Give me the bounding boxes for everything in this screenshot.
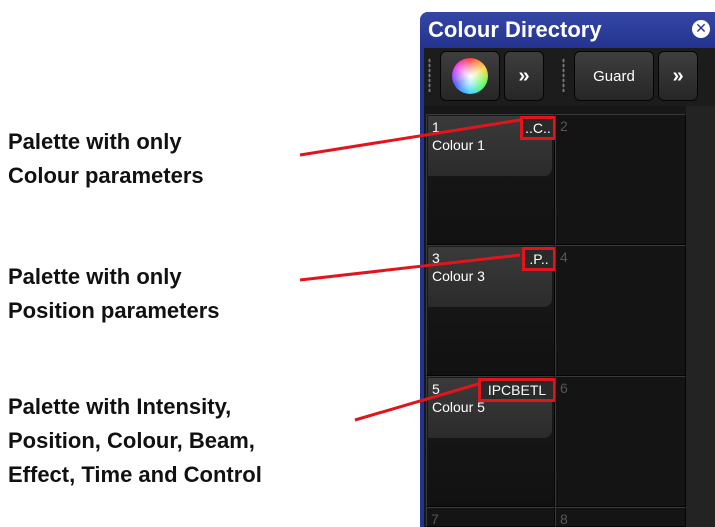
parameter-type-badge: ..C.. xyxy=(520,116,556,140)
colour-picker-button[interactable] xyxy=(440,51,500,101)
palette-grid: 1 Colour 1 ..C.. 2 3 Colour 3 .P.. 4 5 C… xyxy=(424,106,715,527)
grid-scroll-area[interactable] xyxy=(686,106,715,527)
palette-cell-3[interactable]: 3 Colour 3 .P.. xyxy=(426,245,556,376)
annotation-position-only: Palette with only Position parameters xyxy=(8,260,220,328)
parameter-type-badge: IPCBETL xyxy=(478,378,556,402)
palette-cell-8[interactable]: 8 xyxy=(555,507,686,527)
palette-number: 7 xyxy=(431,511,439,527)
colour-directory-window: Colour Directory ✕ » Guard » 1 Colour 1 … xyxy=(420,12,715,527)
palette-number: 4 xyxy=(560,249,568,265)
more-options-button-2[interactable]: » xyxy=(658,51,698,101)
annotation-all-parameters: Palette with Intensity, Position, Colour… xyxy=(8,390,262,492)
annotation-line: Palette with only xyxy=(8,129,182,154)
palette-name: Colour 3 xyxy=(432,268,485,284)
annotation-line: Palette with only xyxy=(8,264,182,289)
annotation-line: Colour parameters xyxy=(8,163,204,188)
double-chevron-icon: » xyxy=(518,64,530,87)
annotation-line: Palette with Intensity, xyxy=(8,394,232,419)
toolbar-grip[interactable] xyxy=(428,58,431,92)
guard-label: Guard xyxy=(593,67,635,85)
annotation-line: Position parameters xyxy=(8,298,220,323)
palette-number: 6 xyxy=(560,380,568,396)
palette-cell-5[interactable]: 5 Colour 5 IPCBETL xyxy=(426,376,556,507)
palette-name: Colour 5 xyxy=(432,399,485,415)
palette-number: 8 xyxy=(560,511,568,527)
palette-name: Colour 1 xyxy=(432,137,485,153)
palette-cell-7[interactable]: 7 xyxy=(426,507,555,527)
palette-cell-4[interactable]: 4 xyxy=(555,245,686,376)
palette-cell-2[interactable]: 2 xyxy=(555,114,686,245)
palette-number: 2 xyxy=(560,118,568,134)
more-options-button[interactable]: » xyxy=(504,51,544,101)
toolbar-grip[interactable] xyxy=(562,58,565,92)
palette-cell-1[interactable]: 1 Colour 1 ..C.. xyxy=(426,114,556,245)
palette-number: 5 xyxy=(432,381,440,397)
window-title: Colour Directory xyxy=(428,17,602,42)
palette-number: 1 xyxy=(432,119,440,135)
toolbar: » Guard » xyxy=(424,48,715,106)
double-chevron-icon: » xyxy=(672,64,684,87)
close-icon[interactable]: ✕ xyxy=(692,20,710,38)
palette-number: 3 xyxy=(432,250,440,266)
parameter-type-badge: .P.. xyxy=(522,247,556,271)
annotation-line: Position, Colour, Beam, xyxy=(8,428,255,453)
colour-wheel-icon xyxy=(452,58,488,94)
palette-cell-6[interactable]: 6 xyxy=(555,376,686,507)
title-bar[interactable]: Colour Directory ✕ xyxy=(420,12,715,48)
guard-button[interactable]: Guard xyxy=(574,51,654,101)
annotation-colour-only: Palette with only Colour parameters xyxy=(8,125,204,193)
annotation-line: Effect, Time and Control xyxy=(8,462,262,487)
